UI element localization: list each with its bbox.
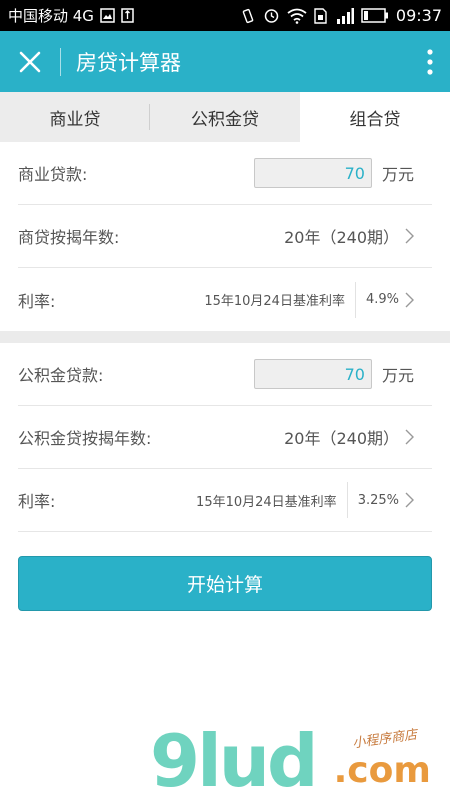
tab-provident-fund[interactable]: 公积金贷 <box>150 92 300 142</box>
fund-years-value: 20年（240期） <box>284 429 399 448</box>
page-title: 房贷计算器 <box>76 50 181 75</box>
vibrate-icon <box>240 8 256 24</box>
sim-icon <box>314 7 327 24</box>
commercial-rate-value: 4.9% <box>365 292 399 307</box>
rate-divider <box>354 281 356 318</box>
wifi-icon <box>287 8 307 24</box>
chevron-right-icon <box>405 492 414 508</box>
carrier-label: 中国移动 4G <box>8 7 94 25</box>
watermark-logo: 9lud 小程序商店 .com <box>150 719 431 800</box>
status-bar: 中国移动 4G 09:37 <box>0 0 450 31</box>
signal-4g-icon <box>334 7 354 24</box>
chevron-right-icon <box>405 228 414 244</box>
battery-icon <box>361 8 389 23</box>
commercial-amount-unit: 万元 <box>381 165 414 184</box>
fund-amount-row: 公积金贷款: 万元 <box>18 343 432 406</box>
watermark-com-text: .com <box>333 750 431 791</box>
tab-combined[interactable]: 组合贷 <box>300 92 450 142</box>
commercial-rate-row[interactable]: 利率: 15年10月24日基准利率 4.9% <box>18 268 432 331</box>
appbar-divider <box>60 47 61 76</box>
more-vertical-icon <box>427 48 433 75</box>
commercial-rate-note: 15年10月24日基准利率 <box>204 294 345 309</box>
commercial-section: 商业贷款: 万元 商贷按揭年数: 20年（240期） 利率: 15年10月24日… <box>0 142 450 331</box>
image-notification-icon <box>100 8 115 23</box>
commercial-years-label: 商贷按揭年数: <box>18 228 120 247</box>
section-separator <box>0 331 450 343</box>
usb-notification-icon <box>121 8 134 23</box>
more-options-button[interactable] <box>410 31 450 92</box>
clock-time: 09:37 <box>395 6 442 25</box>
commercial-amount-row: 商业贷款: 万元 <box>18 142 432 205</box>
close-button[interactable] <box>0 31 60 92</box>
fund-rate-value: 3.25% <box>357 492 399 508</box>
commercial-years-row[interactable]: 商贷按揭年数: 20年（240期） <box>18 205 432 268</box>
commercial-amount-label: 商业贷款: <box>18 165 88 184</box>
fund-rate-note: 15年10月24日基准利率 <box>196 494 337 510</box>
fund-years-label: 公积金贷按揭年数: <box>18 429 152 448</box>
loan-type-tabs: 商业贷 公积金贷 组合贷 <box>0 92 450 142</box>
fund-amount-unit: 万元 <box>381 366 414 385</box>
commercial-years-value: 20年（240期） <box>284 228 399 247</box>
chevron-right-icon <box>405 292 414 308</box>
action-area: 开始计算 <box>0 532 450 611</box>
fund-section: 公积金贷款: 万元 公积金贷按揭年数: 20年（240期） 利率: 15年10月… <box>0 343 450 532</box>
fund-amount-label: 公积金贷款: <box>18 366 104 385</box>
close-icon <box>19 51 41 72</box>
app-bar: 房贷计算器 <box>0 31 450 92</box>
start-calculation-button[interactable]: 开始计算 <box>18 556 432 611</box>
commercial-rate-label: 利率: <box>18 291 56 311</box>
watermark-main-text: 9lud <box>150 719 319 800</box>
fund-rate-label: 利率: <box>18 492 56 511</box>
fund-years-row[interactable]: 公积金贷按揭年数: 20年（240期） <box>18 406 432 469</box>
tab-commercial[interactable]: 商业贷 <box>0 92 150 142</box>
chevron-right-icon <box>405 429 414 445</box>
fund-rate-row[interactable]: 利率: 15年10月24日基准利率 3.25% <box>18 469 432 532</box>
rate-divider <box>346 482 348 518</box>
alarm-icon <box>263 7 280 24</box>
fund-amount-input[interactable] <box>253 359 372 389</box>
watermark-sub-text: 小程序商店 <box>351 727 418 752</box>
commercial-amount-input[interactable] <box>253 158 372 188</box>
